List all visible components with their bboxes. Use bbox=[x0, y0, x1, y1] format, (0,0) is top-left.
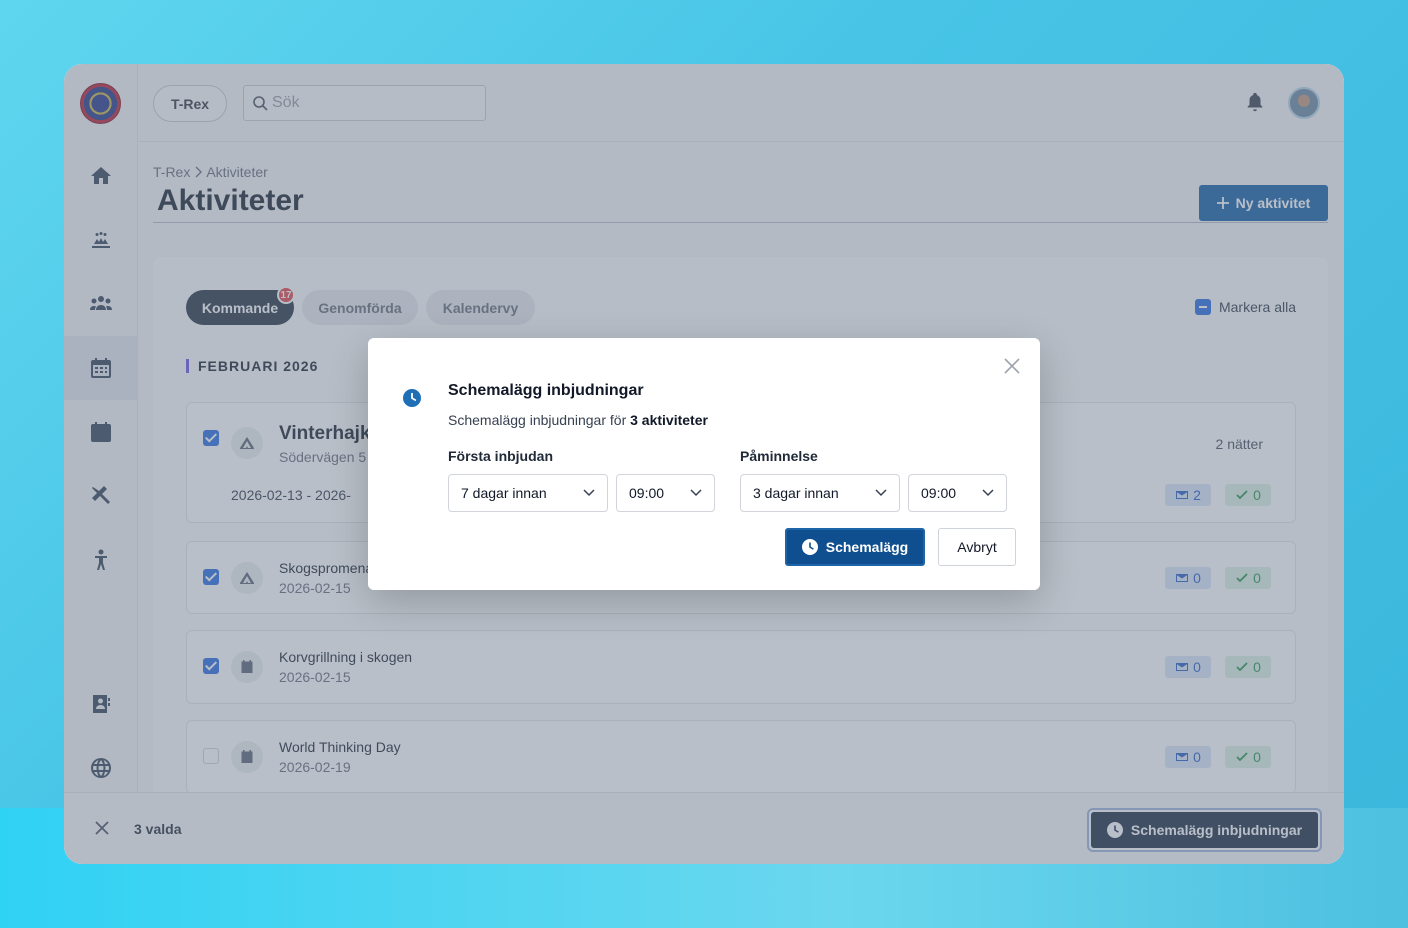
first-invite-days-select[interactable]: 7 dagar innan bbox=[448, 474, 608, 512]
reminder-days-value: 3 dagar innan bbox=[753, 485, 839, 501]
schedule-button-label: Schemalägg bbox=[825, 539, 909, 555]
close-icon[interactable] bbox=[1004, 358, 1020, 374]
chevron-down-icon bbox=[875, 489, 887, 497]
chevron-down-icon bbox=[982, 489, 994, 497]
first-invite-label: Första inbjudan bbox=[448, 448, 553, 464]
reminder-days-select[interactable]: 3 dagar innan bbox=[740, 474, 900, 512]
dialog-description-count: 3 aktiviteter bbox=[630, 412, 708, 428]
first-invite-days-value: 7 dagar innan bbox=[461, 485, 547, 501]
first-invite-time-value: 09:00 bbox=[629, 485, 665, 501]
reminder-time-value: 09:00 bbox=[921, 485, 957, 501]
reminder-time-select[interactable]: 09:00 bbox=[908, 474, 1007, 512]
reminder-label: Påminnelse bbox=[740, 448, 818, 464]
schedule-button[interactable]: Schemalägg bbox=[785, 528, 925, 566]
chevron-down-icon bbox=[690, 489, 702, 497]
chevron-down-icon bbox=[583, 489, 595, 497]
cancel-button[interactable]: Avbryt bbox=[938, 528, 1016, 566]
first-invite-time-select[interactable]: 09:00 bbox=[616, 474, 715, 512]
clock-icon bbox=[801, 539, 818, 555]
dialog-description: Schemalägg inbjudningar för 3 aktivitete… bbox=[448, 412, 708, 428]
dialog-description-text: Schemalägg inbjudningar för bbox=[448, 412, 631, 428]
clock-icon bbox=[403, 389, 421, 407]
schedule-dialog: Schemalägg inbjudningar Schemalägg inbju… bbox=[368, 338, 1040, 590]
dialog-title: Schemalägg inbjudningar bbox=[448, 382, 644, 399]
